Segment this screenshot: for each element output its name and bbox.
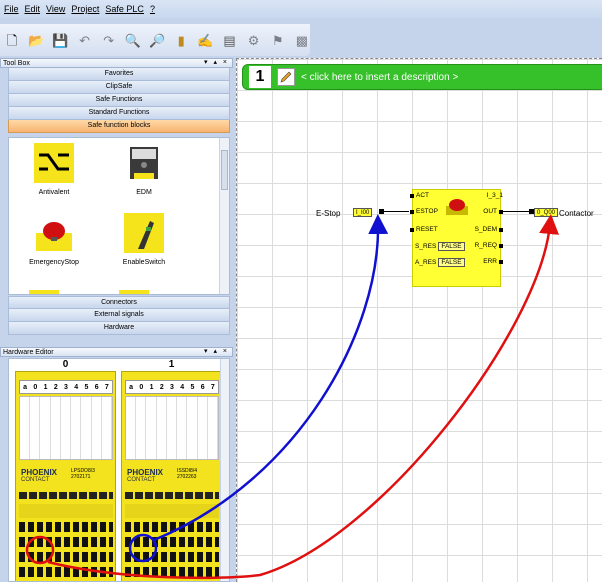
contactor-icon <box>124 143 164 183</box>
block-palette: Antivalent EDM EmergencyStop EnableSwitc… <box>8 137 230 295</box>
panel-controls-icon[interactable]: ▾ ▴ × <box>204 347 229 355</box>
emergency-stop-icon <box>444 194 470 218</box>
category-external-signals[interactable]: External signals <box>8 309 230 322</box>
slot-number: 0 <box>62 359 69 370</box>
pin-i-3-1[interactable]: I_3_1 <box>487 192 503 199</box>
module-name: LPSDO8/3 2702171 <box>71 468 95 480</box>
block-edm[interactable]: EDM <box>109 143 179 196</box>
pencil-icon[interactable] <box>277 68 295 86</box>
block-label: Antivalent <box>38 189 70 196</box>
menu-file[interactable]: File <box>4 4 19 14</box>
download-icon[interactable]: ▤ <box>221 31 237 49</box>
false-constant[interactable]: FALSE <box>438 258 465 267</box>
block-emergency-stop[interactable]: EmergencyStop <box>19 213 89 266</box>
network-header: 1 < click here to insert a description > <box>242 64 602 90</box>
channel-row: a01234567 <box>19 380 113 394</box>
category-safe-functions[interactable]: Safe Functions <box>8 94 230 107</box>
hardware-editor-title: Hardware Editor <box>3 348 54 356</box>
category-hardware[interactable]: Hardware <box>8 322 230 335</box>
pin-s-res[interactable]: S_RES FALSE <box>415 242 465 251</box>
menu-project[interactable]: Project <box>71 4 99 14</box>
menu-view[interactable]: View <box>46 4 65 14</box>
toolbox-title: Tool Box <box>3 59 30 67</box>
pin-act[interactable]: ACT <box>410 192 429 199</box>
category-connectors[interactable]: Connectors <box>8 296 230 309</box>
category-clipsafe[interactable]: ClipSafe <box>8 81 230 94</box>
pin-r-req[interactable]: R_REQ <box>475 242 503 249</box>
scroll-thumb[interactable] <box>221 150 228 190</box>
save-icon[interactable]: 💾 <box>52 31 68 49</box>
toolbar: 🗋 📂 💾 ↶ ↷ 🔍 🔎 ▮ ✍ ▤ ⚙ ⚑ ▩ <box>0 24 310 56</box>
compile-icon[interactable]: ✍ <box>197 31 213 49</box>
zoom-out-icon[interactable]: 🔎 <box>149 31 165 49</box>
category-standard-functions[interactable]: Standard Functions <box>8 107 230 120</box>
pin-a-res[interactable]: A_RES FALSE <box>415 258 465 267</box>
block-label: EmergencyStop <box>29 259 79 266</box>
hardware-editor-title-bar: Hardware Editor ▾ ▴ × <box>0 347 233 357</box>
false-constant[interactable]: FALSE <box>438 242 465 251</box>
library-icon[interactable]: ▮ <box>173 31 189 49</box>
module-name: ISSDI8/4 2702263 <box>177 468 198 480</box>
output-label: Contactor <box>559 209 594 218</box>
channel-row: a01234567 <box>125 380 219 394</box>
connect-icon[interactable]: ⚙ <box>246 31 262 49</box>
category-safe-function-blocks[interactable]: Safe function blocks <box>8 120 230 133</box>
toolbox-title-bar: Tool Box ▾ ▴ × <box>0 58 233 68</box>
block-label: EnableSwitch <box>122 259 166 266</box>
palette-scrollbar[interactable] <box>219 138 229 294</box>
emergency-stop-icon <box>34 213 74 253</box>
pin-s-dem[interactable]: S_DEM <box>475 226 503 233</box>
debug-icon[interactable]: ⚑ <box>270 31 286 49</box>
pin-out[interactable]: OUT <box>483 208 503 215</box>
pin-reset[interactable]: RESET <box>410 226 438 233</box>
open-icon[interactable]: 📂 <box>28 31 44 49</box>
redo-icon[interactable]: ↷ <box>101 31 117 49</box>
menu-edit[interactable]: Edit <box>25 4 41 14</box>
slot-number: 1 <box>168 359 175 370</box>
menu-safe-plc[interactable]: Safe PLC <box>105 4 144 14</box>
new-icon[interactable]: 🗋 <box>4 31 20 49</box>
io-module-0[interactable]: a01234567 PHOENIX CONTACT LPSDO8/3 270217… <box>15 371 116 581</box>
network-description[interactable]: < click here to insert a description > <box>301 72 458 83</box>
enable-switch-icon <box>124 213 164 253</box>
undo-icon[interactable]: ↶ <box>77 31 93 49</box>
fbd-canvas[interactable]: 1 < click here to insert a description >… <box>236 58 602 582</box>
hardware-editor-area: 0 1 a01234567 PHOENIX CONTACT LPSDO8/3 27… <box>8 358 230 582</box>
hardware-scrollbar[interactable] <box>220 359 229 581</box>
toolbox-categories: Favorites ClipSafe Safe Functions Standa… <box>0 68 233 133</box>
block-label: EDM <box>136 189 152 196</box>
zoom-in-icon[interactable]: 🔍 <box>125 31 141 49</box>
network-number: 1 <box>249 66 271 88</box>
menu-bar: File Edit View Project Safe PLC ? <box>0 0 602 18</box>
monitor-icon[interactable]: ▩ <box>294 31 310 49</box>
menu-help[interactable]: ? <box>150 4 155 14</box>
block-enable-switch[interactable]: EnableSwitch <box>109 213 179 266</box>
pin-estop[interactable]: ESTOP <box>410 208 438 215</box>
output-variable-tag[interactable]: 0_Q00 <box>534 208 559 217</box>
io-module-1[interactable]: a01234567 PHOENIX CONTACT ISSDI8/4 270226… <box>121 371 222 581</box>
antivalent-icon <box>34 143 74 183</box>
pin-err[interactable]: ERR <box>483 258 503 265</box>
phoenix-logo: PHOENIX CONTACT <box>21 468 58 483</box>
panel-controls-icon[interactable]: ▾ ▴ × <box>204 58 229 66</box>
emergency-stop-function-block[interactable]: ACT ESTOP RESET S_RES FALSE A_RES FALSE I_… <box>410 189 503 287</box>
input-variable-tag[interactable]: I_I00 <box>353 208 373 217</box>
toolbox-categories-bottom: Connectors External signals Hardware <box>0 296 233 335</box>
channel-grid <box>19 396 113 460</box>
category-favorites[interactable]: Favorites <box>8 68 230 81</box>
channel-grid <box>125 396 219 460</box>
input-label: E-Stop <box>316 209 341 218</box>
block-antivalent[interactable]: Antivalent <box>19 143 89 196</box>
phoenix-logo: PHOENIX CONTACT <box>127 468 164 483</box>
